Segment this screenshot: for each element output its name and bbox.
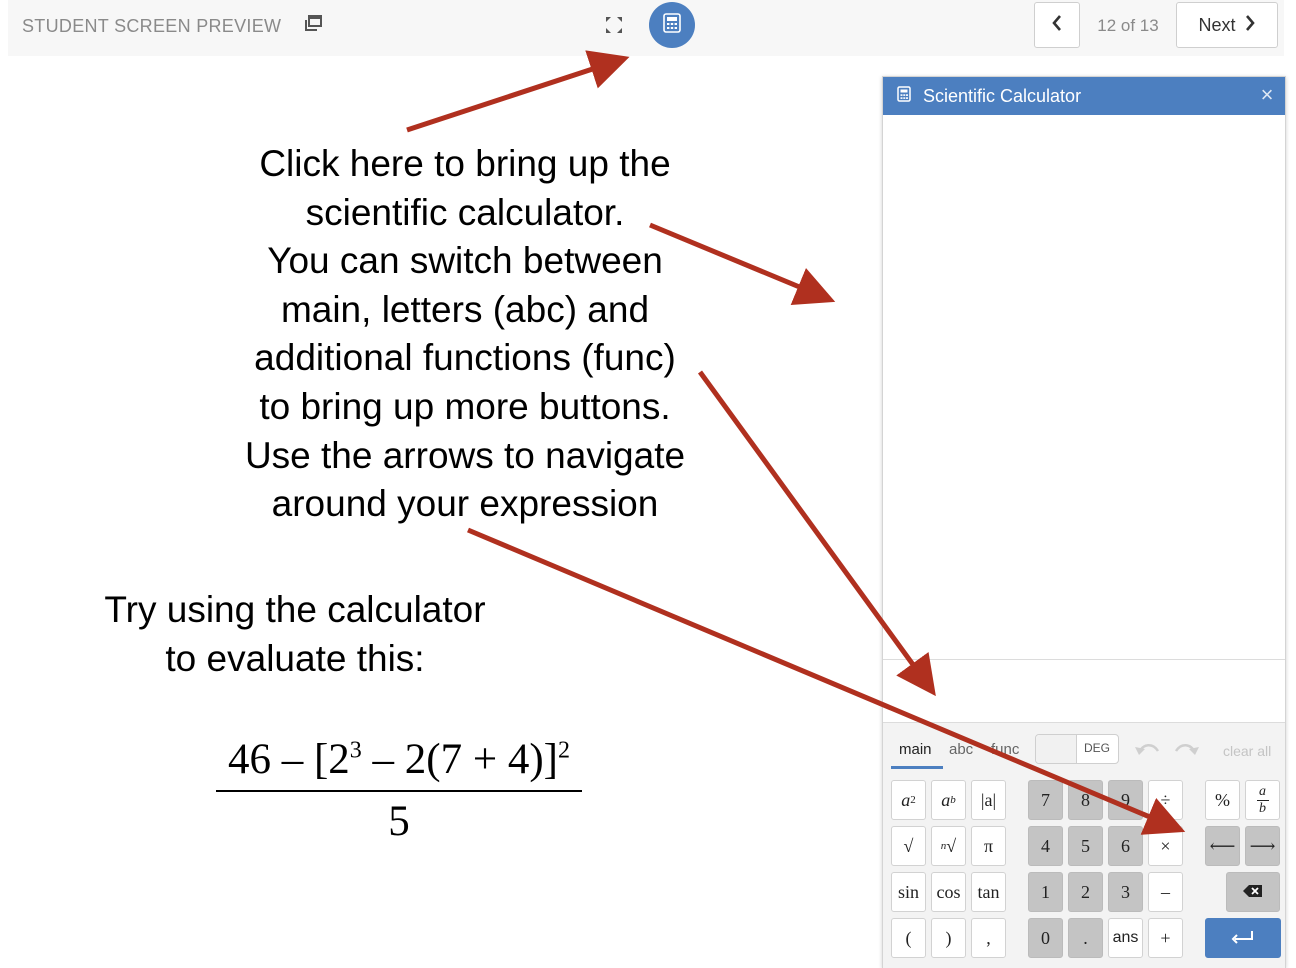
- enter-icon: [1231, 928, 1255, 949]
- calculator-keypad: main abc func DEG clear all a2 ab |a| 7 …: [883, 722, 1285, 968]
- backspace-key[interactable]: [1226, 872, 1280, 912]
- instruction-line: additional functions (func): [254, 337, 676, 379]
- toggle-knob: [1036, 735, 1077, 763]
- page-counter: 12 of 13: [1097, 16, 1159, 35]
- tab-func[interactable]: func: [991, 741, 1019, 758]
- key-9[interactable]: 9: [1108, 780, 1143, 820]
- power-key[interactable]: ab: [931, 780, 966, 820]
- key-0[interactable]: 0: [1028, 918, 1063, 958]
- left-paren-key[interactable]: (: [891, 918, 926, 958]
- fraction-key[interactable]: ab: [1245, 780, 1280, 820]
- instruction-line: around your expression: [271, 483, 659, 525]
- key-8[interactable]: 8: [1068, 780, 1103, 820]
- calculator-icon: [897, 85, 911, 107]
- pi-key[interactable]: π: [971, 826, 1006, 866]
- instruction-line: to bring up more buttons.: [259, 385, 671, 427]
- try-line: to evaluate this:: [165, 637, 425, 679]
- calculator-title: Scientific Calculator: [923, 85, 1082, 106]
- expand-icon[interactable]: [604, 15, 624, 35]
- top-bar: STUDENT SCREEN PREVIEW 12 of 13 Next: [8, 0, 1284, 56]
- tan-key[interactable]: tan: [971, 872, 1006, 912]
- instructions-text: Click here to bring up the scientific ca…: [180, 140, 750, 529]
- backspace-icon: [1242, 882, 1264, 903]
- square-key[interactable]: a2: [891, 780, 926, 820]
- try-it-text: Try using the calculator to evaluate thi…: [60, 586, 530, 683]
- arrow-to-calculator-button: [406, 50, 630, 133]
- enter-key[interactable]: [1205, 918, 1281, 958]
- nth-root-key[interactable]: n √: [931, 826, 966, 866]
- calculator-header: Scientific Calculator: [883, 77, 1285, 115]
- cursor-left-key[interactable]: ⟵: [1205, 826, 1240, 866]
- undo-icon[interactable]: [1133, 739, 1161, 759]
- instruction-line: Use the arrows to navigate: [244, 434, 686, 476]
- previous-button[interactable]: [1034, 2, 1080, 48]
- active-tab-indicator: [891, 766, 943, 769]
- clear-all-button[interactable]: clear all: [1223, 743, 1271, 759]
- next-label: Next: [1198, 14, 1236, 35]
- window-icon[interactable]: [304, 14, 324, 34]
- key-5[interactable]: 5: [1068, 826, 1103, 866]
- close-icon[interactable]: ×: [1255, 83, 1279, 107]
- calculator-history-area: [883, 115, 1285, 660]
- try-line: Try using the calculator: [104, 589, 486, 630]
- plus-key[interactable]: +: [1148, 918, 1183, 958]
- key-6[interactable]: 6: [1108, 826, 1143, 866]
- preview-label: STUDENT SCREEN PREVIEW: [22, 16, 282, 36]
- calculator-icon: [663, 12, 681, 38]
- divide-key[interactable]: ÷: [1148, 780, 1183, 820]
- decimal-key[interactable]: .: [1068, 918, 1103, 958]
- chevron-right-icon: [1244, 14, 1256, 37]
- right-paren-key[interactable]: ): [931, 918, 966, 958]
- math-expression: 46 – [23 – 2(7 + 4)]2 5: [216, 728, 582, 852]
- instruction-line: You can switch between: [267, 240, 663, 282]
- calculator-expression-input[interactable]: [883, 660, 1285, 722]
- chevron-left-icon: [1051, 14, 1063, 37]
- deg-rad-toggle[interactable]: DEG: [1035, 734, 1119, 764]
- instruction-line: main, letters (abc) and: [280, 288, 650, 330]
- instruction-line: Click here to bring up the: [259, 143, 671, 184]
- sin-key[interactable]: sin: [891, 872, 926, 912]
- deg-label: DEG: [1084, 741, 1111, 755]
- key-3[interactable]: 3: [1108, 872, 1143, 912]
- comma-key[interactable]: ,: [971, 918, 1006, 958]
- redo-icon[interactable]: [1173, 739, 1201, 759]
- scientific-calculator-panel: Scientific Calculator × main abc func DE…: [882, 76, 1286, 968]
- minus-key[interactable]: –: [1148, 872, 1183, 912]
- cos-key[interactable]: cos: [931, 872, 966, 912]
- key-1[interactable]: 1: [1028, 872, 1063, 912]
- ans-key[interactable]: ans: [1108, 918, 1143, 958]
- abs-key[interactable]: |a|: [971, 780, 1006, 820]
- key-2[interactable]: 2: [1068, 872, 1103, 912]
- sqrt-key[interactable]: √: [891, 826, 926, 866]
- key-4[interactable]: 4: [1028, 826, 1063, 866]
- key-7[interactable]: 7: [1028, 780, 1063, 820]
- tab-main[interactable]: main: [899, 741, 932, 758]
- instruction-line: scientific calculator.: [305, 191, 625, 233]
- denominator: 5: [388, 798, 410, 845]
- numerator: 46 – [23 – 2(7 + 4)]2: [227, 736, 571, 783]
- next-button[interactable]: Next: [1176, 2, 1278, 48]
- cursor-right-key[interactable]: ⟶: [1245, 826, 1280, 866]
- calculator-toggle-button[interactable]: [649, 2, 695, 48]
- tab-abc[interactable]: abc: [949, 741, 973, 758]
- multiply-key[interactable]: ×: [1148, 826, 1183, 866]
- percent-key[interactable]: %: [1205, 780, 1240, 820]
